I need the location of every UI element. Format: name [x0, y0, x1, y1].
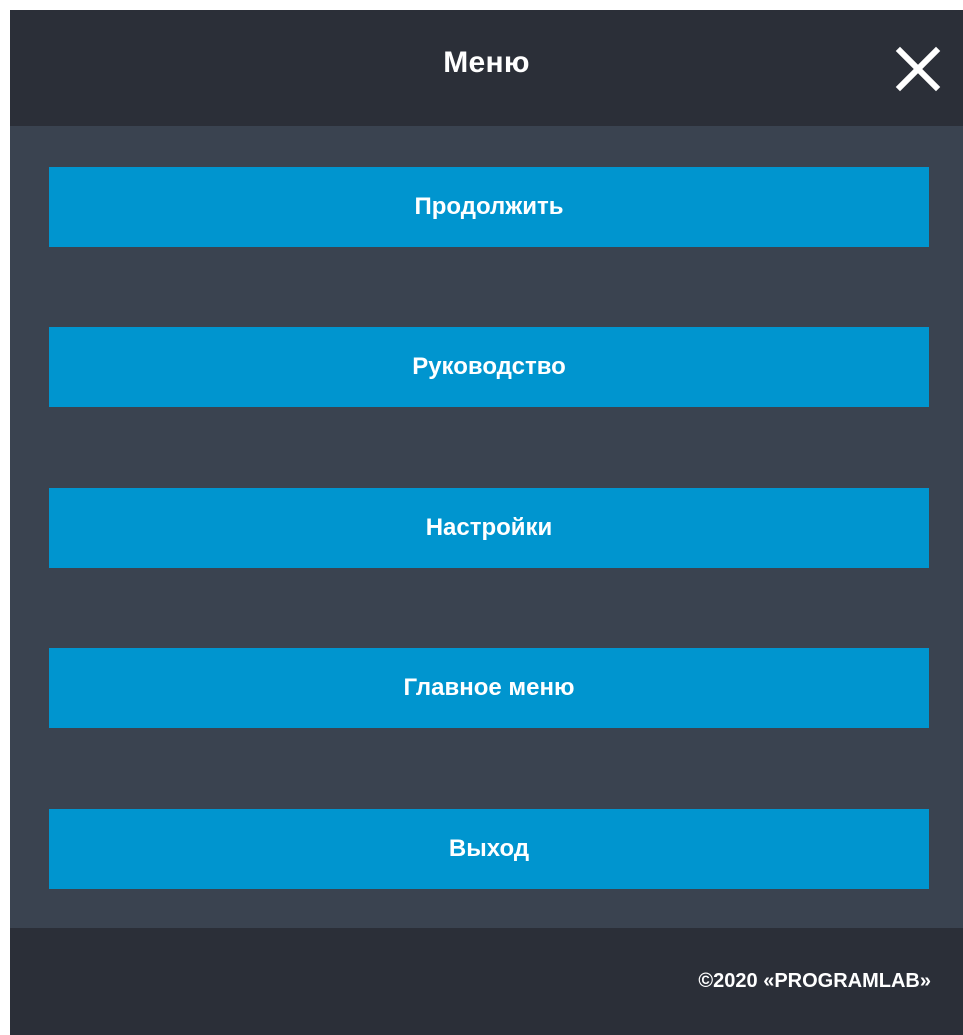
- menu-body: Продолжить Руководство Настройки Главное…: [10, 126, 963, 928]
- exit-button[interactable]: Выход: [49, 809, 929, 889]
- settings-button[interactable]: Настройки: [49, 488, 929, 568]
- continue-button[interactable]: Продолжить: [49, 167, 929, 247]
- top-strip: [0, 0, 963, 10]
- dialog-title: Меню: [443, 46, 530, 79]
- main-menu-button[interactable]: Главное меню: [49, 648, 929, 728]
- copyright-text: ©2020 «PROGRAMLAB»: [698, 970, 931, 992]
- close-button[interactable]: [895, 46, 941, 92]
- menu-dialog: Меню Продолжить Руководство Настройки Гл…: [10, 10, 963, 1035]
- close-icon: [895, 46, 941, 92]
- dialog-footer: ©2020 «PROGRAMLAB»: [10, 928, 963, 1035]
- dialog-header: Меню: [10, 10, 963, 126]
- guide-button[interactable]: Руководство: [49, 327, 929, 407]
